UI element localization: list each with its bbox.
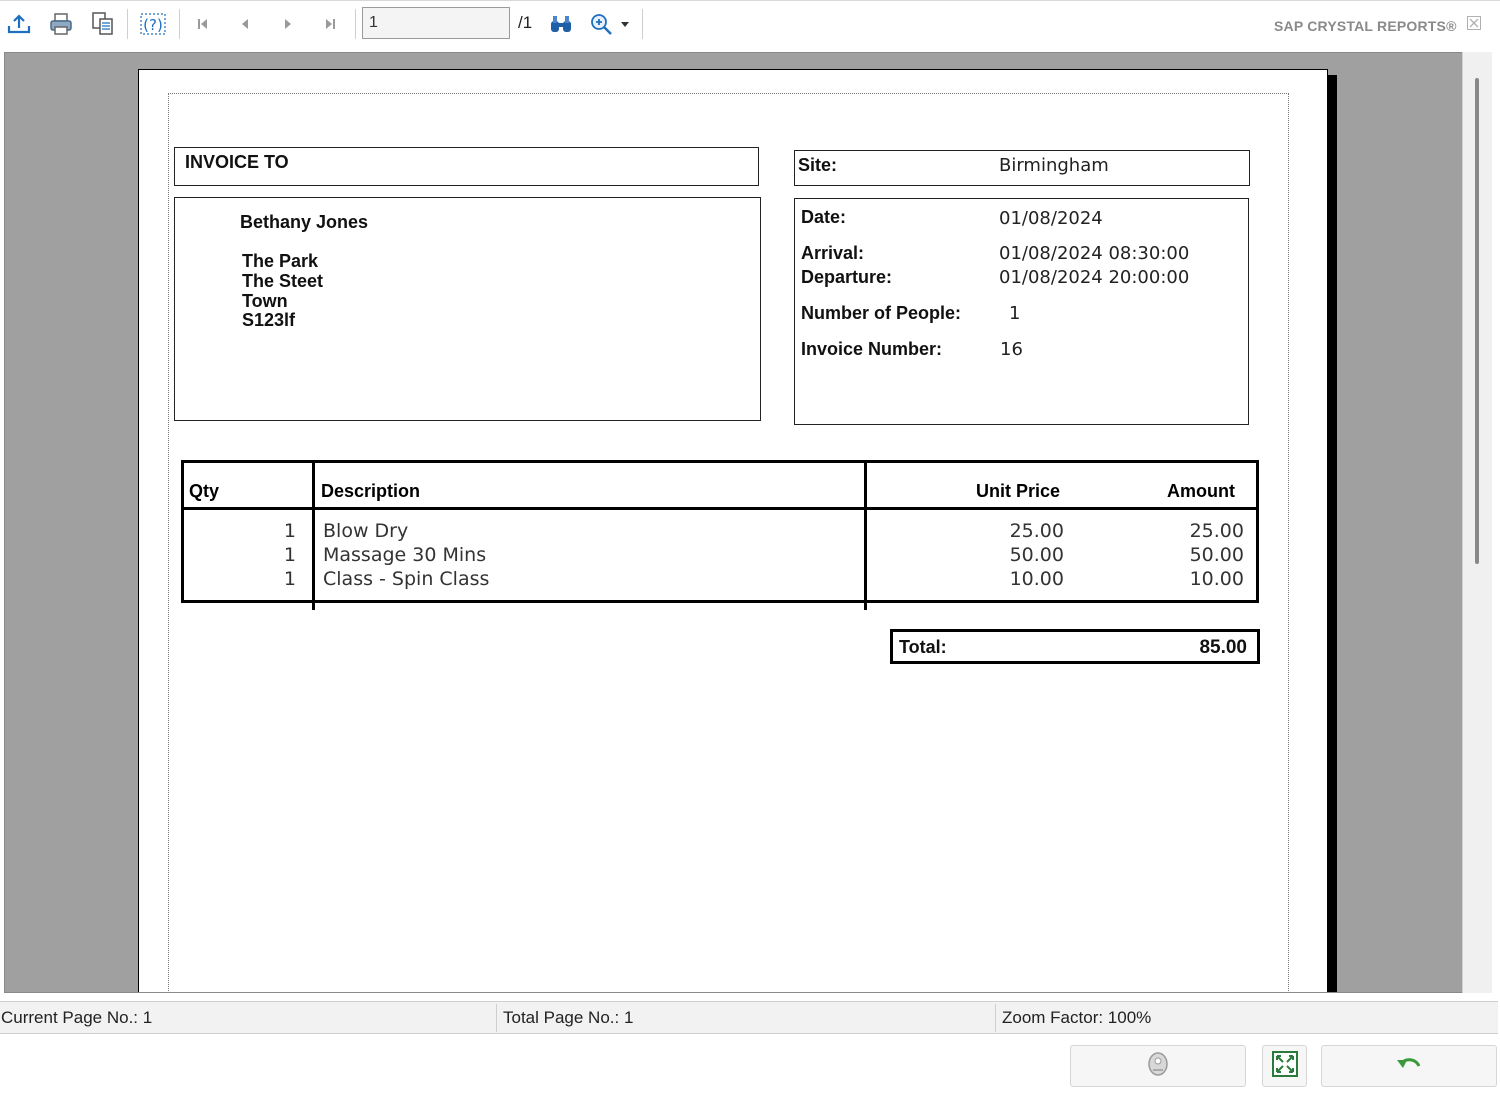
- booking-details-box: Date: 01/08/2024 Arrival: 01/08/2024 08:…: [794, 198, 1249, 425]
- departure-value: 01/08/2024 20:00:00: [999, 267, 1190, 288]
- scrollbar-thumb[interactable]: [1475, 78, 1479, 564]
- line-items-table: Qty Description Unit Price Amount 1 Blow…: [181, 460, 1259, 610]
- row-qty: 1: [283, 520, 296, 542]
- audit-icon: [1145, 1050, 1171, 1083]
- site-label: Site:: [798, 155, 838, 175]
- row-qty: 1: [283, 568, 296, 590]
- table-header-divider: [181, 507, 1259, 510]
- row-unit-price: 10.00: [1009, 568, 1064, 590]
- invoice-number-value: 16: [1000, 339, 1023, 360]
- arrival-value: 01/08/2024 08:30:00: [999, 243, 1190, 264]
- customer-address-box: Bethany Jones The Park The Steet Town S1…: [174, 197, 761, 421]
- address-line-1: The Park: [242, 251, 319, 271]
- first-page-button[interactable]: [188, 9, 218, 39]
- row-description: Blow Dry: [323, 520, 409, 542]
- invoice-number-label: Invoice Number:: [801, 339, 943, 359]
- find-icon: [548, 13, 574, 35]
- status-bar: Current Page No.: 1 Total Page No.: 1 Zo…: [0, 1001, 1498, 1034]
- row-unit-price: 50.00: [1009, 544, 1064, 566]
- zoom-icon: [589, 12, 615, 36]
- total-pages-status: Total Page No.: 1: [503, 1008, 634, 1027]
- row-qty: 1: [283, 544, 296, 566]
- status-separator: [496, 1004, 497, 1032]
- export-icon: [6, 12, 32, 36]
- row-amount: 25.00: [1189, 520, 1244, 542]
- date-value: 01/08/2024: [999, 208, 1103, 229]
- total-label: Total:: [899, 637, 947, 657]
- previous-page-button[interactable]: [230, 9, 260, 39]
- toolbar-separator: [127, 9, 128, 39]
- close-icon: [1466, 16, 1482, 35]
- toolbar: (?) /1 SAP CRYS: [0, 0, 1500, 49]
- print-button[interactable]: [46, 9, 76, 39]
- row-amount: 10.00: [1189, 568, 1244, 590]
- next-page-icon: [280, 16, 296, 32]
- help-button[interactable]: (?): [138, 9, 168, 39]
- next-page-button[interactable]: [273, 9, 303, 39]
- report-viewer[interactable]: INVOICE TO Bethany Jones The Park The St…: [4, 52, 1492, 993]
- zoom-factor-status: Zoom Factor: 100%: [1002, 1008, 1152, 1027]
- customer-name: Bethany Jones: [240, 212, 369, 232]
- table-column-divider: [864, 463, 867, 610]
- invoice-to-label: INVOICE TO: [185, 152, 289, 172]
- address-line-3: Town: [242, 291, 288, 311]
- address-line-2: The Steet: [242, 271, 324, 291]
- toolbar-separator: [642, 9, 643, 39]
- row-description: Massage 30 Mins: [323, 544, 487, 566]
- row-amount: 50.00: [1189, 544, 1244, 566]
- current-page-status: Current Page No.: 1: [1, 1008, 153, 1027]
- audit-button[interactable]: [1070, 1045, 1246, 1087]
- previous-page-icon: [237, 16, 253, 32]
- row-unit-price: 25.00: [1009, 520, 1064, 542]
- copy-button[interactable]: [88, 9, 118, 39]
- arrival-label: Arrival:: [801, 243, 865, 263]
- people-value: 1: [1009, 303, 1021, 324]
- svg-text:(?): (?): [143, 16, 163, 34]
- vertical-scrollbar[interactable]: [1462, 52, 1492, 993]
- toolbar-separator: [179, 9, 180, 39]
- undo-button[interactable]: [1321, 1045, 1497, 1087]
- qty-header: Qty: [189, 481, 220, 501]
- description-header: Description: [321, 481, 421, 501]
- fit-window-icon: [1271, 1050, 1299, 1083]
- last-page-icon: [322, 16, 338, 32]
- departure-label: Departure:: [801, 267, 893, 287]
- toolbar-separator: [355, 9, 356, 39]
- status-separator: [995, 1004, 996, 1032]
- zoom-dropdown-button[interactable]: [615, 9, 635, 39]
- unit-price-header: Unit Price: [976, 481, 1061, 501]
- dropdown-arrow-icon: [620, 20, 630, 28]
- date-label: Date:: [801, 207, 847, 227]
- last-page-button[interactable]: [315, 9, 345, 39]
- export-button[interactable]: [4, 9, 34, 39]
- site-value: Birmingham: [999, 155, 1109, 176]
- undo-icon: [1395, 1054, 1423, 1079]
- copy-icon: [90, 11, 116, 37]
- invoice-to-box: INVOICE TO: [174, 147, 759, 186]
- print-icon: [48, 12, 74, 36]
- people-label: Number of People:: [801, 303, 962, 323]
- address-line-4: S123lf: [242, 310, 296, 330]
- close-button[interactable]: [1466, 15, 1482, 31]
- report-page: INVOICE TO Bethany Jones The Park The St…: [138, 69, 1328, 992]
- row-description: Class - Spin Class: [323, 568, 490, 590]
- page-total-label: /1: [518, 13, 533, 32]
- help-icon: (?): [139, 11, 167, 37]
- amount-header: Amount: [1167, 481, 1235, 501]
- zoom-button[interactable]: [587, 9, 617, 39]
- page-number-input[interactable]: [362, 7, 510, 39]
- site-box: Site: Birmingham: [794, 150, 1250, 186]
- total-value: 85.00: [1199, 637, 1247, 658]
- total-box: Total: 85.00: [890, 629, 1260, 664]
- brand-logo: SAP CRYSTAL REPORTS®: [1274, 18, 1457, 34]
- fit-window-button[interactable]: [1262, 1045, 1307, 1087]
- first-page-icon: [195, 16, 211, 32]
- table-column-divider: [312, 463, 315, 610]
- find-button[interactable]: [546, 9, 576, 39]
